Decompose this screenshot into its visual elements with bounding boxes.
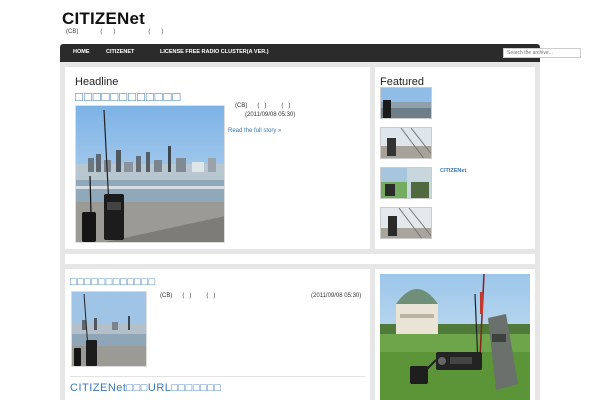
observatory-radio-photo bbox=[380, 274, 530, 400]
headline-title[interactable]: □□□□□□□□□□□□ bbox=[75, 89, 181, 104]
search-button[interactable] bbox=[583, 47, 595, 59]
search-input[interactable] bbox=[503, 48, 581, 58]
observatory-photo[interactable] bbox=[380, 274, 530, 400]
featured-photo-4 bbox=[381, 208, 431, 238]
read-more-link[interactable]: Read the full story » bbox=[228, 128, 281, 134]
separator-bar bbox=[65, 254, 535, 264]
post-title-2[interactable]: CITIZENet□□□URL□□□□□□□ bbox=[70, 382, 221, 394]
featured-caption[interactable]: CITIZENet bbox=[440, 168, 466, 174]
featured-thumb-1[interactable] bbox=[380, 87, 432, 119]
post-photo-1[interactable] bbox=[71, 291, 147, 367]
featured-thumb-4[interactable] bbox=[380, 207, 432, 239]
headline-label: Headline bbox=[75, 76, 119, 88]
nav-license-free-radio-cluster[interactable]: LICENSE FREE RADIO CLUSTER(A VER.) bbox=[160, 49, 269, 55]
post-title-1[interactable]: □□□□□□□□□□□□ bbox=[70, 276, 156, 288]
featured-thumb-2[interactable] bbox=[380, 127, 432, 159]
headline-photo[interactable] bbox=[75, 105, 225, 243]
rooftop-radio-photo bbox=[76, 106, 224, 242]
featured-thumb-3[interactable] bbox=[380, 167, 432, 199]
nav-citizenet[interactable]: CITIZENET bbox=[106, 49, 134, 55]
headline-panel: Headline □□□□□□□□□□□□ (CB) () () (2011… bbox=[65, 67, 370, 249]
sidebar-photo-panel bbox=[375, 269, 535, 400]
headline-date: (2011/09/08 05:30) bbox=[245, 112, 296, 118]
headline-meta: (CB) ( ) ( ) bbox=[235, 103, 291, 109]
post-divider bbox=[70, 376, 365, 377]
post-date-1: (2011/09/08 05:30) bbox=[311, 293, 362, 299]
search-icon bbox=[584, 49, 594, 59]
content-wrapper: Headline □□□□□□□□□□□□ (CB) () () (2011… bbox=[60, 62, 540, 400]
featured-panel: Featured CITIZENet bbox=[375, 67, 535, 249]
main-nav: HOME CITIZENET LICENSE FREE RADIO CLUSTE… bbox=[60, 44, 594, 62]
post-meta-1: (CB) ( ) ( ) bbox=[160, 293, 216, 299]
nav-home[interactable]: HOME bbox=[73, 49, 90, 55]
rooftop-radio-thumb bbox=[72, 292, 146, 366]
featured-photo-3 bbox=[381, 168, 431, 198]
featured-photo-1 bbox=[381, 88, 431, 118]
site-title[interactable]: CITIZENet bbox=[62, 9, 145, 29]
site-tagline: (CB) ( ) ( ) bbox=[66, 29, 164, 35]
featured-photo-2 bbox=[381, 128, 431, 158]
posts-panel: □□□□□□□□□□□□ (CB) ( ) ( ) (2011/09/08 05… bbox=[65, 269, 370, 400]
